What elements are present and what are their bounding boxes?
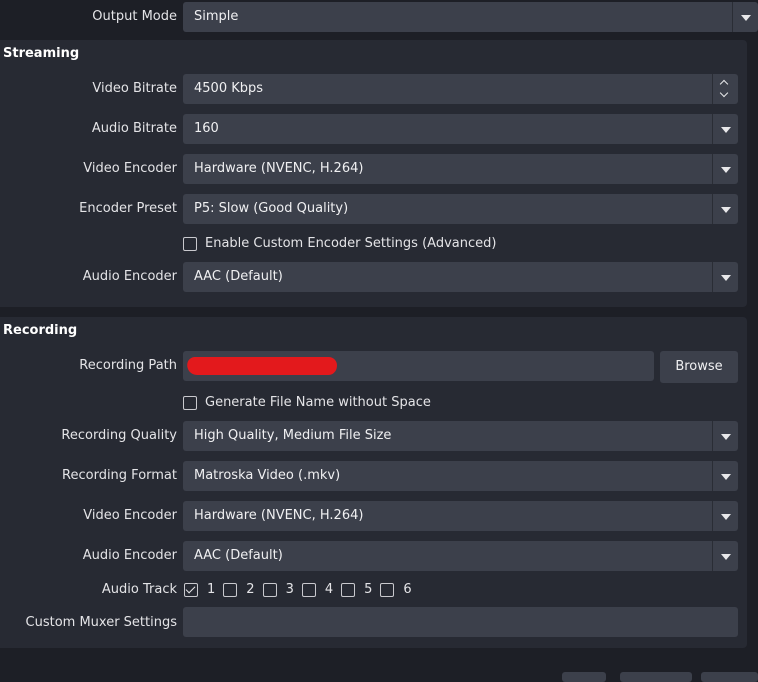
custom-encoder-label: Enable Custom Encoder Settings (Advanced… [205, 236, 497, 251]
spin-arrows[interactable] [712, 74, 738, 104]
chevron-down-icon [732, 2, 758, 32]
recording-path-label: Recording Path [79, 358, 177, 373]
chevron-down-icon [712, 262, 738, 292]
audio-track-group: 1 2 3 4 5 6 [184, 582, 420, 598]
audio-track-1[interactable]: 1 [184, 582, 215, 598]
audio-track-6[interactable]: 6 [380, 582, 412, 598]
chevron-down-icon [712, 154, 738, 184]
recording-quality-value: High Quality, Medium File Size [194, 428, 392, 443]
custom-encoder-checkbox[interactable] [183, 237, 197, 251]
video-bitrate-value: 4500 Kbps [194, 81, 264, 96]
rec-video-encoder-label: Video Encoder [83, 508, 177, 523]
encoder-preset-select[interactable]: P5: Slow (Good Quality) [183, 194, 738, 224]
stream-audio-encoder-value: AAC (Default) [194, 269, 283, 284]
stream-video-encoder-select[interactable]: Hardware (NVENC, H.264) [183, 154, 738, 184]
rec-video-encoder-select[interactable]: Hardware (NVENC, H.264) [183, 501, 738, 531]
audio-track-4-checkbox[interactable] [301, 583, 316, 597]
audio-bitrate-select[interactable]: 160 [183, 114, 738, 144]
audio-bitrate-label: Audio Bitrate [91, 121, 177, 136]
audio-track-label: Audio Track [101, 582, 177, 597]
redaction-mark [185, 357, 339, 375]
encoder-preset-label: Encoder Preset [79, 201, 177, 216]
chevron-up-icon[interactable] [719, 79, 729, 89]
audio-track-6-checkbox[interactable] [380, 583, 395, 597]
checkmark-icon[interactable] [184, 583, 198, 597]
no-space-checkbox-row[interactable]: Generate File Name without Space [183, 395, 431, 411]
audio-track-3[interactable]: 3 [262, 582, 294, 598]
audio-track-5-label: 5 [364, 582, 373, 597]
dialog-button-partial[interactable] [620, 672, 692, 682]
audio-track-2-checkbox[interactable] [223, 583, 238, 597]
audio-track-1-label: 1 [207, 582, 216, 597]
video-bitrate-label: Video Bitrate [92, 81, 177, 96]
output-mode-value: Simple [194, 9, 239, 24]
audio-track-5-checkbox[interactable] [341, 583, 356, 597]
no-space-checkbox[interactable] [183, 396, 197, 410]
chevron-down-icon [712, 421, 738, 451]
audio-track-2[interactable]: 2 [223, 582, 255, 598]
rec-video-encoder-value: Hardware (NVENC, H.264) [194, 508, 364, 523]
recording-format-label: Recording Format [62, 468, 177, 483]
audio-bitrate-value: 160 [194, 121, 219, 136]
browse-button[interactable]: Browse [660, 351, 738, 383]
streaming-section-title: Streaming [3, 46, 80, 61]
chevron-down-icon[interactable] [719, 88, 729, 98]
chevron-down-icon [712, 194, 738, 224]
audio-track-3-label: 3 [285, 582, 294, 597]
stream-video-encoder-label: Video Encoder [83, 161, 177, 176]
recording-section-title: Recording [3, 323, 78, 338]
output-mode-select[interactable]: Simple [183, 2, 758, 32]
dialog-button-partial[interactable] [701, 672, 758, 682]
stream-video-encoder-value: Hardware (NVENC, H.264) [194, 161, 364, 176]
audio-track-4-label: 4 [324, 582, 334, 597]
recording-format-select[interactable]: Matroska Video (.mkv) [183, 461, 738, 491]
no-space-label: Generate File Name without Space [205, 395, 431, 410]
rec-audio-encoder-label: Audio Encoder [82, 548, 177, 563]
chevron-down-icon [712, 541, 738, 571]
recording-format-value: Matroska Video (.mkv) [194, 468, 341, 483]
chevron-down-icon [712, 461, 738, 491]
stream-audio-encoder-label: Audio Encoder [82, 269, 177, 284]
encoder-preset-value: P5: Slow (Good Quality) [194, 201, 349, 216]
chevron-down-icon [712, 501, 738, 531]
custom-encoder-checkbox-row[interactable]: Enable Custom Encoder Settings (Advanced… [183, 236, 496, 252]
output-mode-label: Output Mode [92, 9, 177, 24]
stream-audio-encoder-select[interactable]: AAC (Default) [183, 262, 738, 292]
chevron-down-icon [712, 114, 738, 144]
custom-muxer-input[interactable] [183, 607, 738, 637]
rec-audio-encoder-value: AAC (Default) [194, 548, 283, 563]
audio-track-3-checkbox[interactable] [262, 583, 277, 597]
audio-track-5[interactable]: 5 [341, 582, 372, 598]
audio-track-2-label: 2 [246, 582, 255, 597]
recording-quality-select[interactable]: High Quality, Medium File Size [183, 421, 738, 451]
audio-track-6-label: 6 [403, 582, 412, 597]
rec-audio-encoder-select[interactable]: AAC (Default) [183, 541, 738, 571]
dialog-button-partial[interactable] [562, 672, 606, 682]
audio-track-4[interactable]: 4 [301, 582, 334, 598]
recording-quality-label: Recording Quality [61, 428, 177, 443]
video-bitrate-spinbox[interactable]: 4500 Kbps [183, 74, 738, 104]
custom-muxer-label: Custom Muxer Settings [25, 615, 177, 630]
